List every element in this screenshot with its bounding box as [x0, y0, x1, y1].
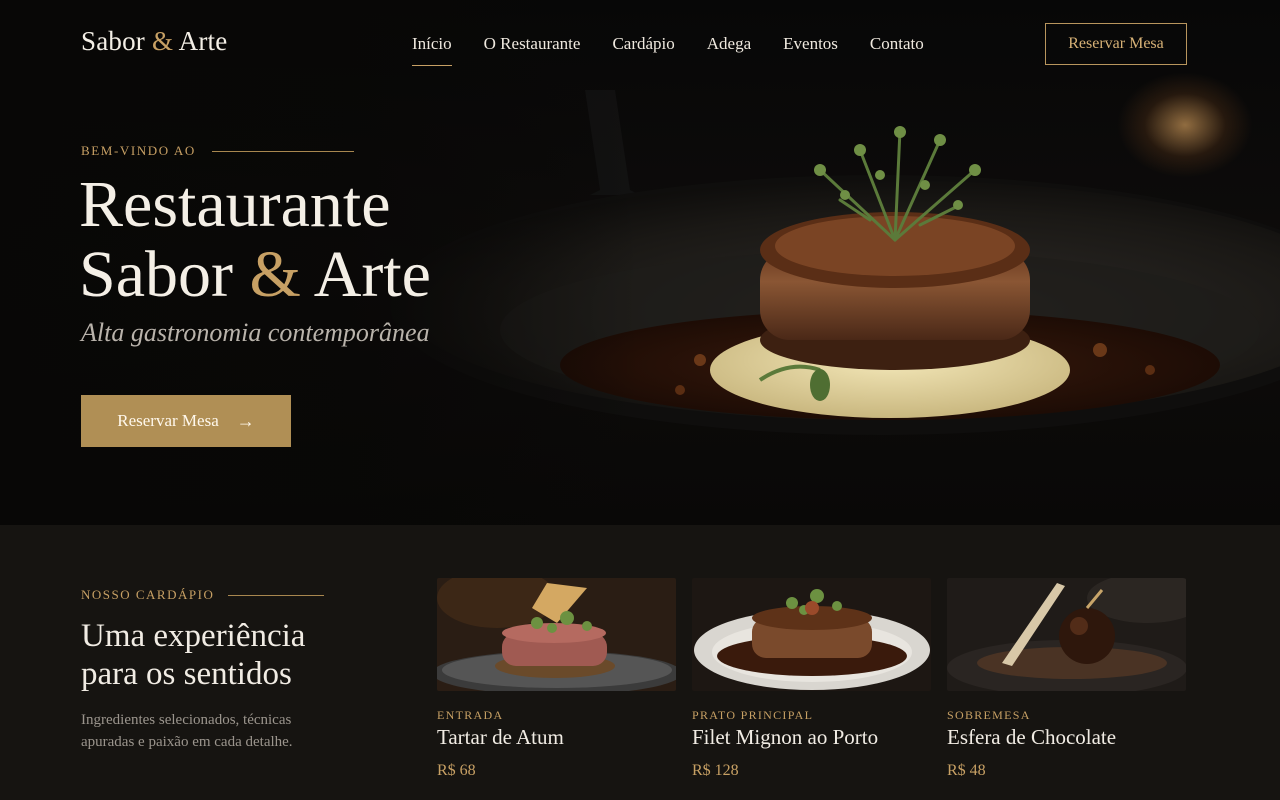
card-image-tartar: [437, 578, 676, 691]
nav-item-contato[interactable]: Contato: [870, 34, 924, 54]
brand-ampersand: &: [151, 26, 174, 56]
menu-description: Ingredientes selecionados, técnicas apur…: [81, 712, 293, 750]
card-image-esfera: [947, 578, 1186, 691]
card-category: PRATO PRINCIPAL: [692, 708, 814, 722]
nav-item-adega[interactable]: Adega: [707, 34, 751, 54]
menu-eyebrow: NOSSO CARDÁPIO: [81, 587, 325, 603]
menu-card-prato-principal[interactable]: PRATO PRINCIPAL Filet Mignon ao Porto R$…: [692, 578, 931, 780]
menu-eyebrow-divider: [228, 594, 325, 596]
menu-heading-line1: Uma experiência: [81, 618, 306, 654]
brand-name-part1: Sabor: [81, 26, 145, 56]
menu-heading-line2: para os sentidos: [81, 656, 292, 692]
brand-logo[interactable]: Sabor & Arte: [81, 26, 227, 57]
nav-item-eventos[interactable]: Eventos: [783, 34, 838, 54]
brand-name-part2: Arte: [178, 26, 228, 56]
card-name: Tartar de Atum: [437, 725, 564, 749]
menu-eyebrow-text: NOSSO CARDÁPIO: [81, 587, 215, 602]
hero-eyebrow: BEM-VINDO AO: [81, 143, 354, 159]
menu-card-sobremesa[interactable]: SOBREMESA Esfera de Chocolate R$ 48: [947, 578, 1186, 780]
hero-title-ampersand: &: [249, 238, 301, 311]
card-category: SOBREMESA: [947, 708, 1031, 722]
hero-eyebrow-text: BEM-VINDO AO: [81, 143, 196, 158]
arrow-right-icon: →: [236, 410, 255, 431]
card-price: R$ 68: [437, 762, 476, 779]
hero-reserve-label: Reservar Mesa: [117, 411, 219, 430]
card-price: R$ 128: [692, 762, 739, 779]
nav-item-inicio[interactable]: Início: [412, 34, 452, 66]
hero-subtitle: Alta gastronomia contemporânea: [81, 318, 430, 347]
main-nav: Início O Restaurante Cardápio Adega Even…: [412, 34, 956, 66]
card-name: Filet Mignon ao Porto: [692, 725, 879, 749]
hero-title-part1: Sabor: [79, 238, 233, 311]
menu-card-entrada[interactable]: ENTRADA Tartar de Atum R$ 68: [437, 578, 676, 780]
card-price: R$ 48: [947, 762, 986, 779]
menu-heading: Uma experiência para os sentidos: [81, 617, 381, 693]
menu-section: NOSSO CARDÁPIO Uma experiência para os s…: [0, 525, 1280, 800]
hero-eyebrow-divider: [211, 150, 354, 152]
card-image-filet: [692, 578, 931, 691]
hero-title-line1: Restaurante: [79, 168, 391, 241]
hero-title: Restaurante Sabor & Arte: [79, 170, 431, 310]
card-name: Esfera de Chocolate: [947, 725, 1117, 749]
nav-item-o-restaurante[interactable]: O Restaurante: [484, 34, 581, 54]
hero-title-part2: Arte: [313, 238, 431, 311]
hero-reserve-button[interactable]: Reservar Mesa →: [81, 395, 291, 447]
card-category: ENTRADA: [437, 708, 504, 722]
nav-reserve-button[interactable]: Reservar Mesa: [1045, 23, 1187, 65]
nav-item-cardapio[interactable]: Cardápio: [612, 34, 674, 54]
